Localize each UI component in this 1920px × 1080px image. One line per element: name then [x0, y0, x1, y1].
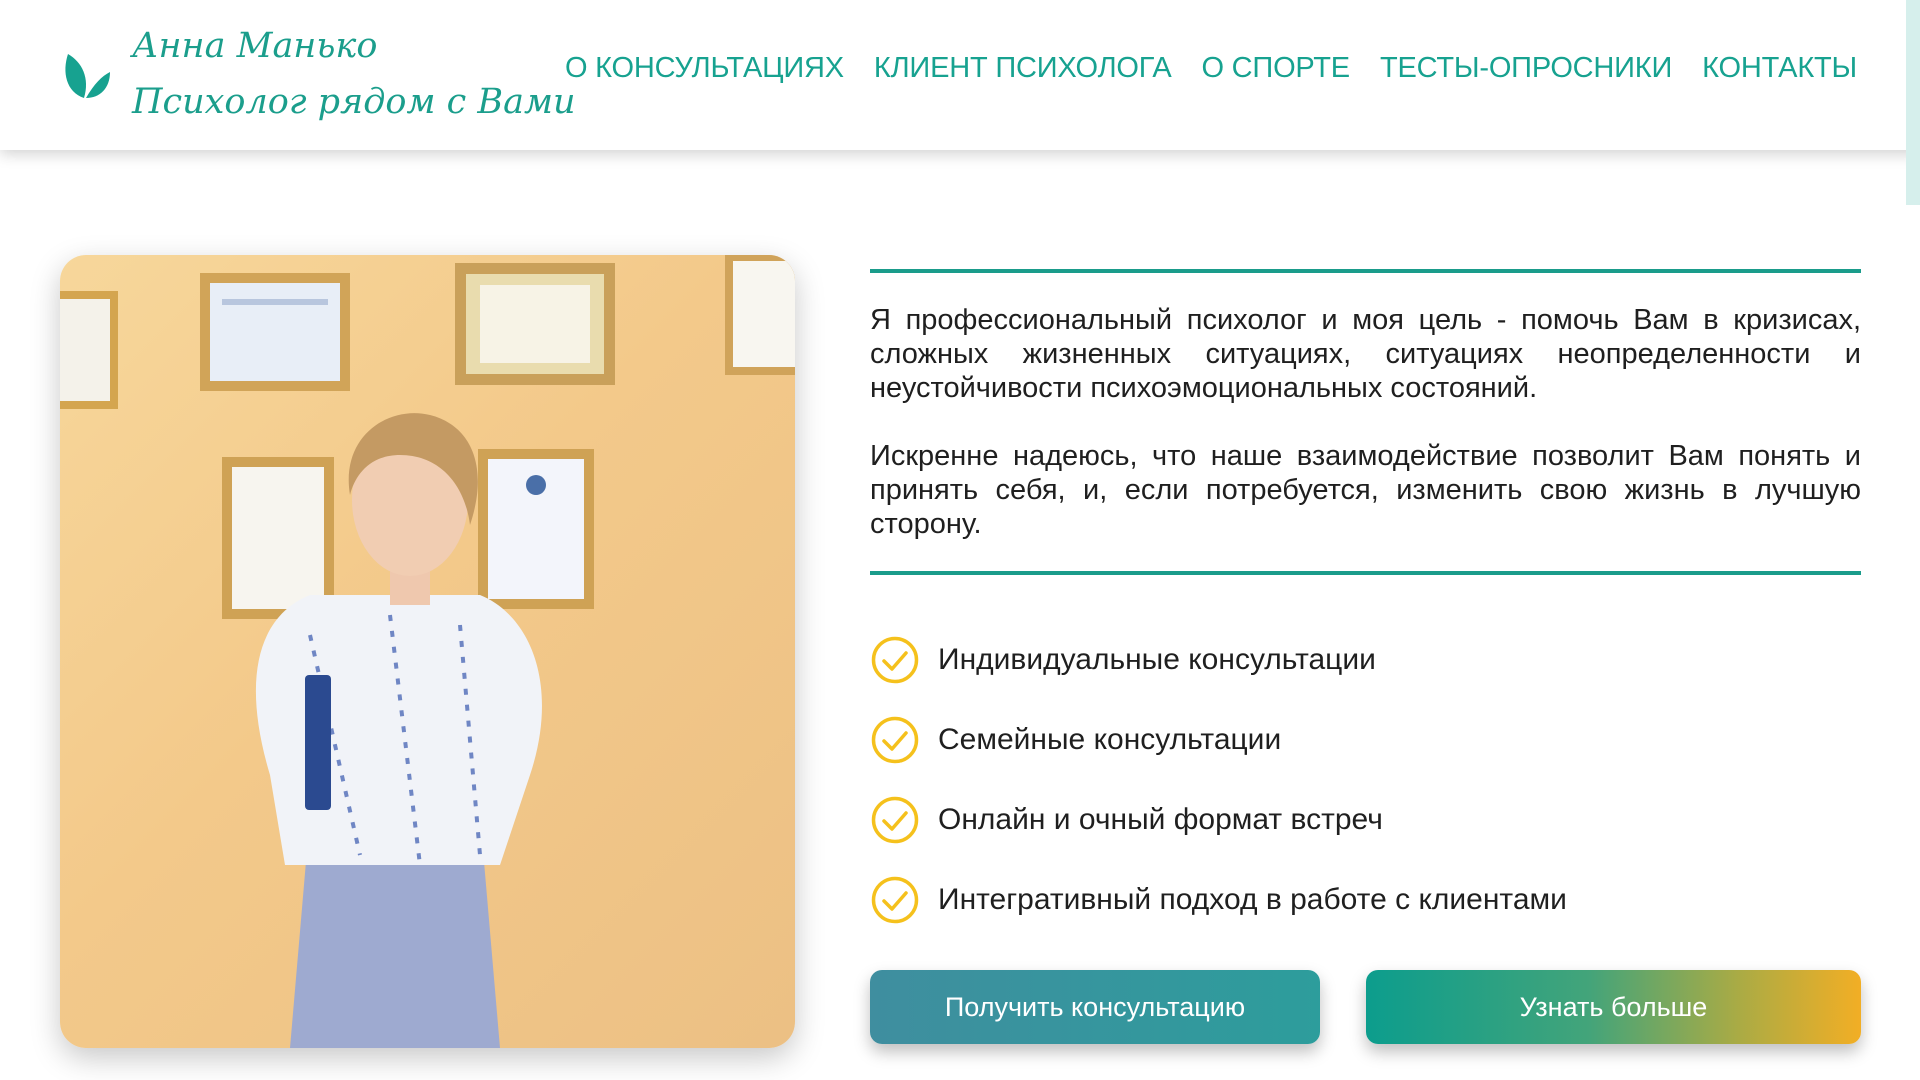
logo[interactable]: Анна Манько Психолог рядом с Вами [60, 20, 576, 135]
portrait-photo [60, 255, 795, 1048]
divider-middle [870, 571, 1861, 575]
diploma-frame [222, 457, 334, 619]
nav-link-client[interactable]: КЛИЕНТ ПСИХОЛОГА [874, 52, 1172, 85]
list-item: Индивидуальные консультации [870, 620, 1567, 700]
feature-label: Индивидуальные консультации [938, 643, 1376, 676]
list-item: Семейные консультации [870, 700, 1567, 780]
diploma-frame [478, 449, 594, 609]
learn-more-button[interactable]: Узнать больше [1366, 970, 1861, 1044]
check-circle-icon [871, 796, 919, 844]
check-circle-icon [871, 876, 919, 924]
intro-text: Я профессиональный психолог и моя цель -… [870, 303, 1861, 541]
diploma-frame [60, 291, 118, 409]
get-consultation-button[interactable]: Получить консультацию [870, 970, 1320, 1044]
nav-link-consultations[interactable]: О КОНСУЛЬТАЦИЯХ [565, 52, 844, 85]
main-nav: О КОНСУЛЬТАЦИЯХ КЛИЕНТ ПСИХОЛОГА О СПОРТ… [565, 52, 1857, 85]
feature-label: Интегративный подход в работе с клиентам… [938, 883, 1567, 916]
list-item: Интегративный подход в работе с клиентам… [870, 860, 1567, 940]
site-header: Анна Манько Психолог рядом с Вами О КОНС… [0, 0, 1920, 150]
feature-label: Онлайн и очный формат встреч [938, 803, 1383, 836]
check-circle-icon [871, 636, 919, 684]
nav-link-contacts[interactable]: КОНТАКТЫ [1702, 52, 1857, 85]
leaf-icon [60, 48, 112, 102]
diploma-frame [455, 263, 615, 385]
feature-list: Индивидуальные консультации Семейные кон… [870, 620, 1567, 940]
diploma-frame [200, 273, 350, 391]
feature-label: Семейные консультации [938, 723, 1282, 756]
logo-name: Анна Манько [132, 26, 378, 66]
diploma-frame [725, 255, 795, 375]
check-circle-icon [871, 716, 919, 764]
nav-link-sport[interactable]: О СПОРТЕ [1201, 52, 1350, 85]
divider-top [870, 269, 1861, 273]
list-item: Онлайн и очный формат встреч [870, 780, 1567, 860]
nav-link-tests[interactable]: ТЕСТЫ-ОПРОСНИКИ [1380, 52, 1672, 85]
intro-paragraph-2: Искренне надеюсь, что наше взаимодействи… [870, 440, 1861, 540]
scrollbar-thumb[interactable] [1906, 0, 1920, 205]
intro-paragraph-1: Я профессиональный психолог и моя цель -… [870, 304, 1861, 404]
logo-tagline: Психолог рядом с Вами [132, 82, 576, 122]
